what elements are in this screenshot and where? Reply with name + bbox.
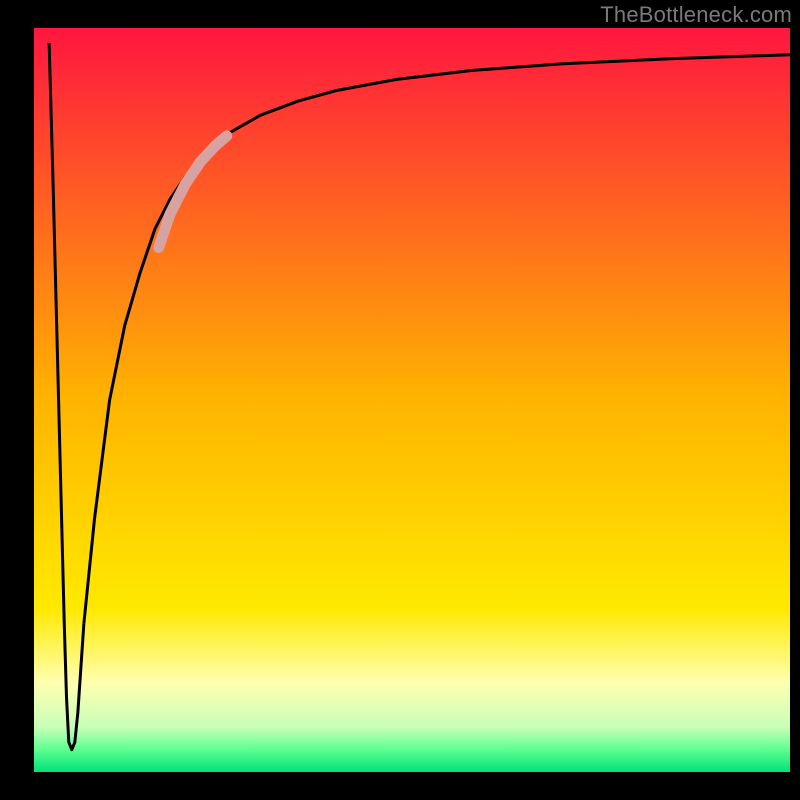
watermark-text: TheBottleneck.com bbox=[600, 2, 792, 28]
plot-background bbox=[34, 28, 790, 772]
bottleneck-chart bbox=[0, 0, 800, 800]
chart-frame: TheBottleneck.com bbox=[0, 0, 800, 800]
